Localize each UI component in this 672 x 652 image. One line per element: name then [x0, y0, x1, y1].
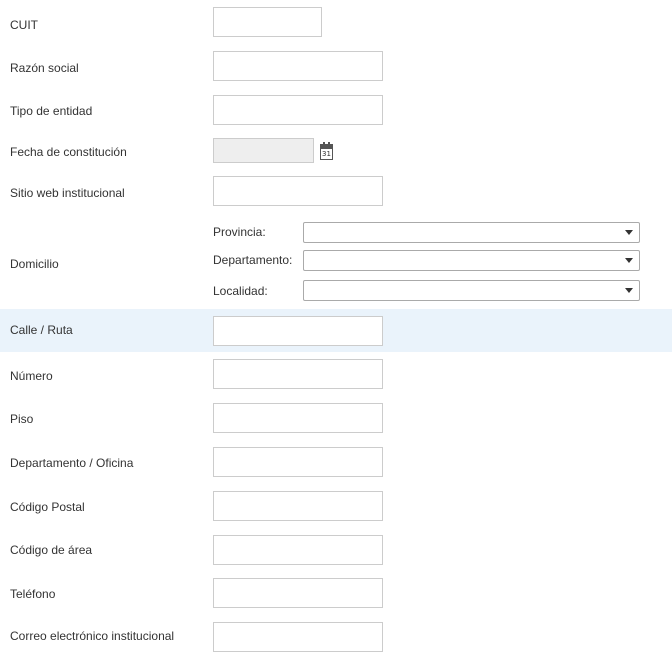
localidad-label: Localidad: [213, 284, 268, 298]
tipo-entidad-field[interactable] [213, 95, 383, 125]
departamento-select[interactable] [303, 250, 640, 271]
sitio-web-label: Sitio web institucional [10, 186, 125, 200]
codigo-area-label: Código de área [10, 543, 93, 557]
calle-label: Calle / Ruta [10, 323, 73, 337]
depto-oficina-label: Departamento / Oficina [10, 456, 134, 470]
tipo-entidad-label: Tipo de entidad [10, 104, 93, 118]
chevron-down-icon [619, 281, 639, 300]
numero-label: Número [10, 369, 53, 383]
fecha-constitucion-field[interactable] [213, 138, 314, 163]
piso-label: Piso [10, 412, 34, 426]
cuit-field[interactable] [213, 7, 322, 37]
calendar-icon[interactable]: 31 [320, 142, 333, 160]
departamento-label: Departamento: [213, 253, 293, 267]
domicilio-label: Domicilio [10, 257, 59, 271]
numero-field[interactable] [213, 359, 383, 389]
correo-field[interactable] [213, 622, 383, 652]
razon-social-label: Razón social [10, 61, 79, 75]
fecha-constitucion-label: Fecha de constitución [10, 145, 127, 159]
provincia-label: Provincia: [213, 225, 266, 239]
telefono-field[interactable] [213, 578, 383, 608]
codigo-postal-field[interactable] [213, 491, 383, 521]
razon-social-field[interactable] [213, 51, 383, 81]
sitio-web-field[interactable] [213, 176, 383, 206]
localidad-select[interactable] [303, 280, 640, 301]
calle-field[interactable] [213, 316, 383, 346]
codigo-area-field[interactable] [213, 535, 383, 565]
depto-oficina-field[interactable] [213, 447, 383, 477]
piso-field[interactable] [213, 403, 383, 433]
chevron-down-icon [619, 223, 639, 242]
provincia-select[interactable] [303, 222, 640, 243]
cuit-label: CUIT [10, 18, 38, 32]
chevron-down-icon [619, 251, 639, 270]
correo-label: Correo electrónico institucional [10, 629, 175, 643]
telefono-label: Teléfono [10, 587, 56, 601]
codigo-postal-label: Código Postal [10, 500, 85, 514]
